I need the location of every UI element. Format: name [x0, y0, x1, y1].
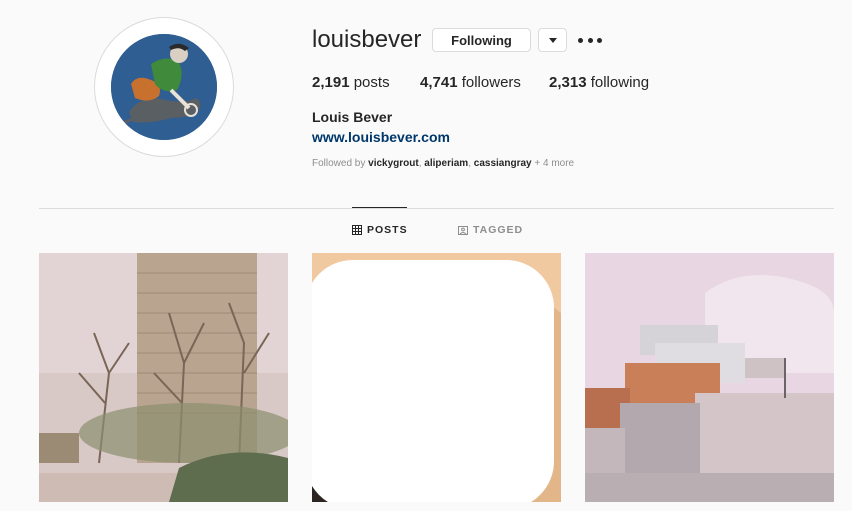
followed-by-user: aliperiam [424, 158, 469, 169]
following-button[interactable]: Following [432, 28, 531, 52]
post-thumbnail[interactable] [312, 253, 561, 502]
profile-full-name: Louis Bever [312, 109, 393, 125]
active-tab-indicator [352, 207, 407, 208]
grid-icon [352, 225, 362, 235]
more-dot-icon [578, 37, 583, 43]
post-thumbnail[interactable] [585, 253, 834, 502]
more-dot-icon [587, 37, 593, 43]
more-dot-icon [597, 37, 602, 43]
post-image [39, 253, 288, 502]
posts-count: 2,191 posts [312, 74, 390, 91]
tab-posts[interactable]: POSTS [352, 224, 408, 236]
tabs-divider [39, 208, 834, 209]
suggested-accounts-dropdown-button[interactable] [538, 28, 567, 52]
followed-by-text[interactable]: Followed by vickygrout, aliperiam, cassi… [312, 158, 574, 169]
avatar [111, 34, 217, 140]
multiple-photos-icon [312, 260, 554, 502]
more-options-button[interactable] [578, 33, 602, 47]
post-thumbnail[interactable] [39, 253, 288, 502]
followed-by-user: cassiangray [473, 158, 532, 169]
caret-down-icon [548, 37, 557, 43]
tab-tagged[interactable]: TAGGED [458, 224, 523, 236]
followers-link[interactable]: 4,741 followers [420, 74, 521, 91]
profile-username: louisbever [312, 26, 422, 53]
profile-avatar-ring[interactable] [94, 17, 234, 157]
tab-label: TAGGED [473, 224, 524, 236]
following-link[interactable]: 2,313 following [549, 74, 649, 91]
post-image [585, 253, 834, 502]
tag-icon [458, 226, 468, 235]
avatar-illustration [111, 34, 217, 140]
profile-website-link[interactable]: www.louisbever.com [312, 129, 450, 145]
followed-by-user: vickygrout [368, 158, 419, 169]
tab-label: POSTS [367, 224, 408, 236]
